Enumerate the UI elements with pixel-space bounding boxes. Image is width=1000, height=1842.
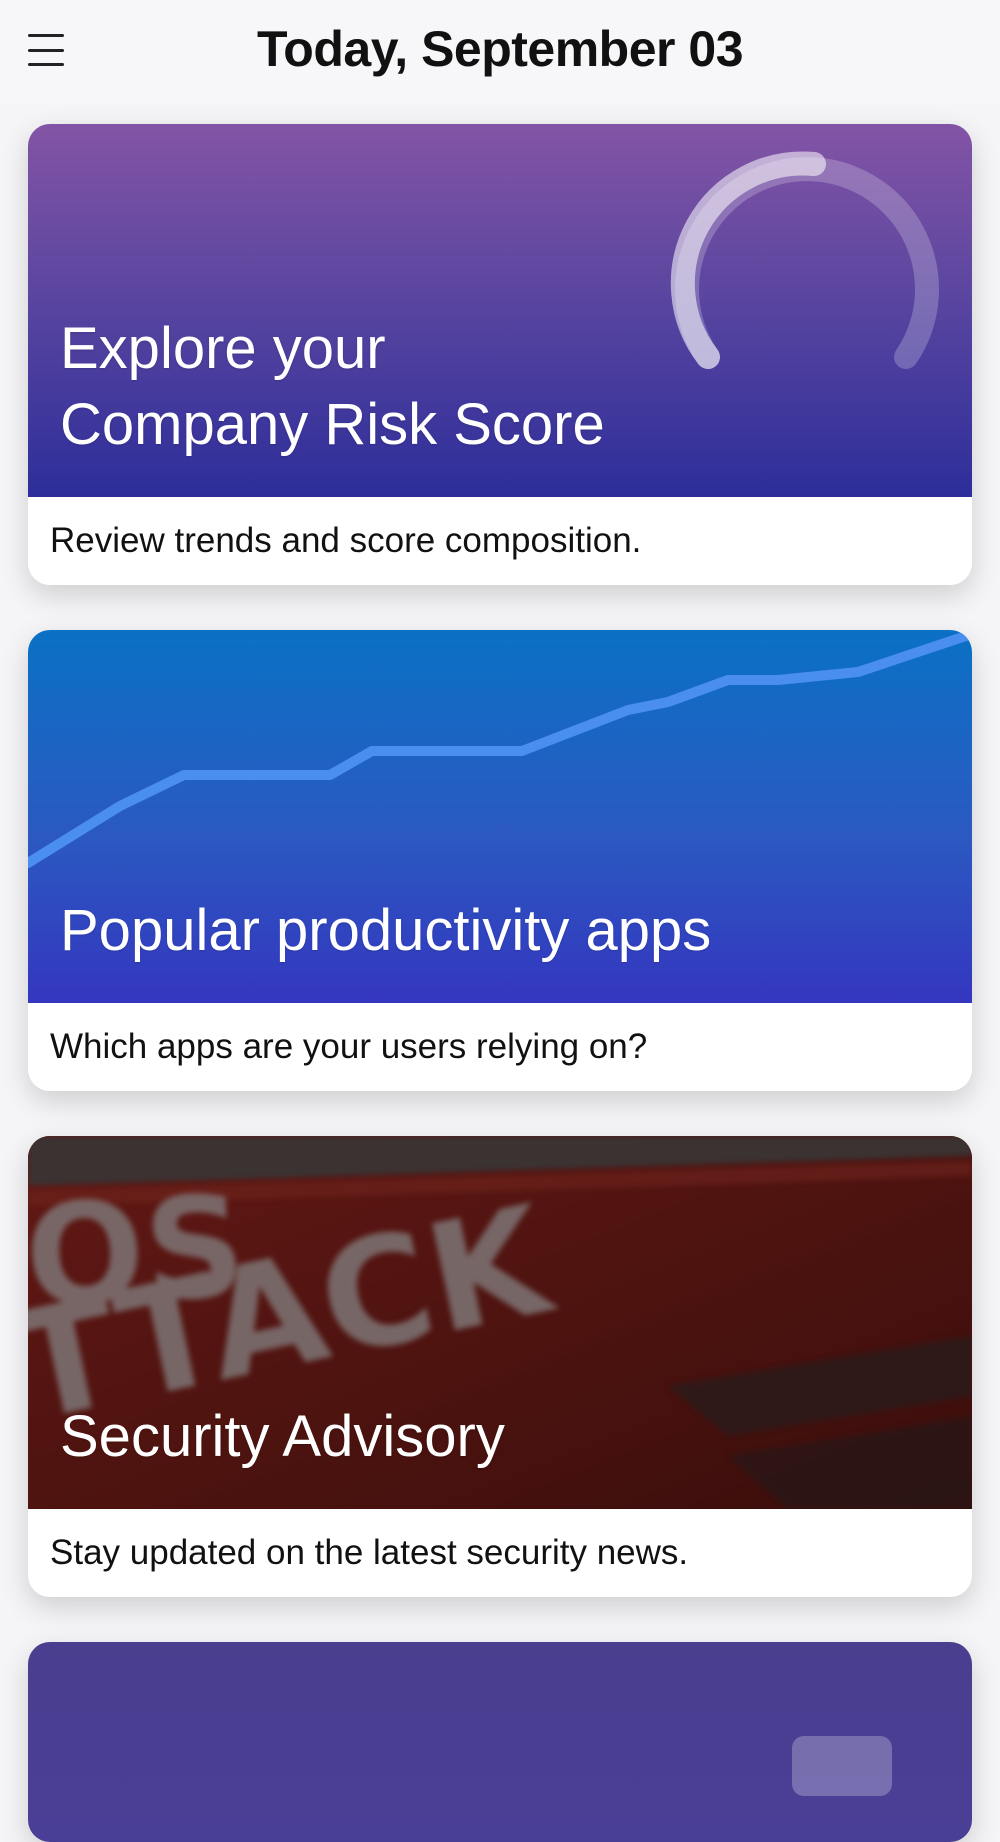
productivity-apps-caption: Which apps are your users relying on? [28, 1003, 972, 1091]
security-advisory-title: Security Advisory [60, 1404, 505, 1469]
productivity-apps-hero: Popular productivity apps [28, 630, 972, 1003]
security-advisory-caption: Stay updated on the latest security news… [28, 1509, 972, 1597]
risk-score-card[interactable]: Explore your Company Risk Score Review t… [28, 124, 972, 585]
security-advisory-hero: OS TTACK Security Advisory [28, 1136, 972, 1509]
security-advisory-card[interactable]: OS TTACK Security Advisory Stay updated … [28, 1136, 972, 1597]
risk-score-title-line-2: Company Risk Score [60, 392, 605, 457]
risk-score-hero: Explore your Company Risk Score [28, 124, 972, 497]
productivity-apps-card[interactable]: Popular productivity apps Which apps are… [28, 630, 972, 1091]
top-navigation-bar: Today, September 03 [0, 0, 1000, 104]
page-title: Today, September 03 [256, 21, 744, 77]
productivity-apps-title: Popular productivity apps [60, 898, 712, 963]
next-card-illustration [792, 1736, 892, 1796]
risk-score-title: Explore your Company Risk Score [60, 311, 605, 463]
next-card-hero [28, 1642, 972, 1842]
risk-score-title-line-1: Explore your [60, 316, 386, 381]
next-card[interactable] [28, 1642, 972, 1842]
risk-score-caption: Review trends and score composition. [28, 497, 972, 585]
